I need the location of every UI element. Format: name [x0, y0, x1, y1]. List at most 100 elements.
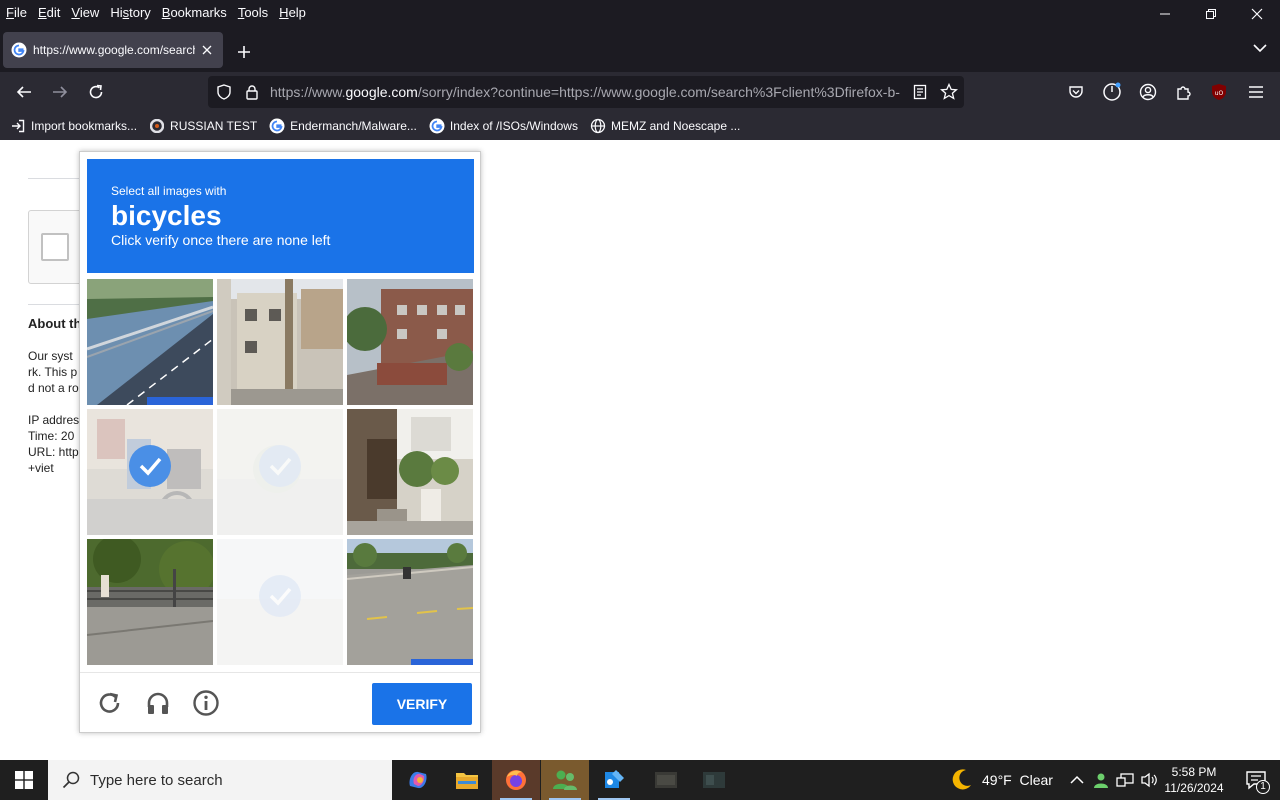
tile-image: [87, 279, 213, 405]
recaptcha-checkbox[interactable]: [41, 233, 69, 261]
time-line: Time: 20: [28, 429, 75, 443]
image-tile-7[interactable]: [87, 539, 213, 665]
checkmark-icon: [269, 457, 292, 476]
pocket-button[interactable]: [1064, 80, 1088, 104]
weather-widget[interactable]: 49°F Clear: [948, 760, 1053, 800]
search-placeholder: Type here to search: [90, 771, 223, 789]
people-tray-icon[interactable]: [1092, 771, 1110, 789]
taskbar-file-explorer[interactable]: [443, 760, 491, 800]
bookmark-isos-windows[interactable]: Index of /ISOs/Windows: [429, 118, 578, 134]
image-tile-4[interactable]: [87, 409, 213, 535]
windows-logo-icon: [15, 771, 33, 789]
ublock-origin-button[interactable]: uO: [1207, 80, 1231, 104]
url-line: URL: http: [28, 445, 79, 459]
shield-icon[interactable]: [216, 84, 232, 100]
back-button[interactable]: [12, 80, 36, 104]
image-tile-3[interactable]: [347, 279, 473, 405]
instruction-text: Select all images with: [111, 184, 227, 198]
url-path: /sorry/index?continue=https://www.google…: [417, 84, 900, 100]
start-button[interactable]: [0, 760, 48, 800]
notification-center-button[interactable]: 1: [1232, 760, 1280, 800]
minimize-icon: [1160, 13, 1170, 15]
about-line: d not a ro: [28, 381, 79, 395]
bookmark-label: RUSSIAN TEST: [170, 119, 258, 133]
list-all-tabs-button[interactable]: [1250, 38, 1270, 58]
menu-history-label: tory: [129, 4, 151, 20]
back-arrow-icon: [16, 86, 31, 98]
bookmark-russian-test[interactable]: RUSSIAN TEST: [149, 118, 257, 134]
image-tile-1[interactable]: [87, 279, 213, 405]
url-prefix: https://www.: [270, 84, 346, 100]
bookmark-import[interactable]: Import bookmarks...: [10, 118, 137, 134]
taskbar-app-dim-1[interactable]: [642, 760, 690, 800]
taskbar-firefox[interactable]: [492, 760, 540, 800]
fading-check-badge: [259, 575, 301, 617]
menu-file-label: ile: [13, 4, 27, 20]
image-tile-8[interactable]: [217, 539, 343, 665]
tab-title: https://www.google.com/search: [33, 43, 195, 57]
import-icon: [10, 118, 26, 134]
menu-view[interactable]: View: [65, 5, 104, 20]
bookmark-endermanch[interactable]: Endermanch/Malware...: [269, 118, 417, 134]
menu-view-label: iew: [79, 4, 100, 20]
image-tile-5[interactable]: [217, 409, 343, 535]
menu-bookmarks[interactable]: Bookmarks: [156, 5, 232, 20]
forward-button[interactable]: [48, 80, 72, 104]
menu-help[interactable]: Help: [273, 5, 311, 20]
menu-help-accel: H: [279, 4, 289, 20]
lock-icon[interactable]: [244, 84, 260, 100]
address-bar[interactable]: https://www.google.com/sorry/index?conti…: [208, 76, 964, 108]
forward-arrow-icon: [53, 86, 68, 98]
folder-icon: [456, 773, 478, 789]
audio-challenge-button[interactable]: [144, 689, 172, 717]
tab-close-button[interactable]: [199, 42, 215, 58]
taskbar-app-people[interactable]: [541, 760, 589, 800]
reader-view-icon[interactable]: [912, 84, 928, 100]
extension-timer-button[interactable]: [1100, 80, 1124, 104]
taskbar-app-tool[interactable]: [590, 760, 638, 800]
menu-edit[interactable]: Edit: [32, 5, 65, 20]
menu-file[interactable]: File: [0, 5, 32, 20]
extensions-button[interactable]: [1172, 80, 1196, 104]
image-tile-9[interactable]: [347, 539, 473, 665]
reload-challenge-button[interactable]: [96, 689, 124, 717]
tab-bar: https://www.google.com/search: [0, 24, 1280, 72]
account-button[interactable]: [1136, 80, 1160, 104]
app-window-icon: [655, 772, 677, 788]
taskbar-app-dim-2[interactable]: [690, 760, 738, 800]
menu-history[interactable]: History: [104, 5, 155, 20]
people-icon: [553, 770, 577, 790]
reload-button[interactable]: [84, 80, 108, 104]
app-menu-button[interactable]: [1244, 80, 1268, 104]
volume-icon[interactable]: [1140, 772, 1158, 788]
menu-bar: File Edit View History Bookmarks Tools H…: [0, 0, 1280, 24]
image-grid: [87, 279, 475, 667]
taskbar-copilot[interactable]: [394, 760, 442, 800]
verify-button[interactable]: VERIFY: [372, 683, 472, 725]
fading-check-badge: [259, 445, 301, 487]
new-tab-button[interactable]: [232, 40, 256, 64]
search-icon: [62, 771, 80, 789]
tab-google-search[interactable]: https://www.google.com/search: [3, 32, 223, 68]
moon-icon: [952, 769, 971, 790]
about-line: rk. This p: [28, 365, 78, 379]
image-tile-6[interactable]: [347, 409, 473, 535]
bookmark-memz[interactable]: MEMZ and Noescape ...: [590, 118, 740, 134]
taskbar-search-box[interactable]: Type here to search: [48, 760, 392, 800]
menu-tools[interactable]: Tools: [232, 5, 273, 20]
taskbar: Type here to search 49°F Clear 5:58 PM 1…: [0, 760, 1280, 800]
app-tool-icon: [605, 770, 624, 788]
help-button[interactable]: [192, 689, 220, 717]
image-tile-2[interactable]: [217, 279, 343, 405]
chevron-up-icon[interactable]: [1070, 775, 1084, 785]
bookmarks-toolbar: Import bookmarks... RUSSIAN TEST Enderma…: [0, 112, 1280, 140]
clock[interactable]: 5:58 PM 11/26/2024: [1158, 764, 1230, 796]
bookmark-label: Import bookmarks...: [31, 119, 138, 133]
bookmark-star-icon[interactable]: [940, 83, 958, 101]
reload-icon: [99, 692, 120, 713]
google-icon: [429, 118, 445, 134]
url-text[interactable]: https://www.google.com/sorry/index?conti…: [270, 84, 900, 100]
navigation-toolbar: https://www.google.com/sorry/index?conti…: [0, 72, 1280, 112]
copilot-icon: [409, 771, 427, 789]
network-icon[interactable]: [1116, 772, 1134, 788]
